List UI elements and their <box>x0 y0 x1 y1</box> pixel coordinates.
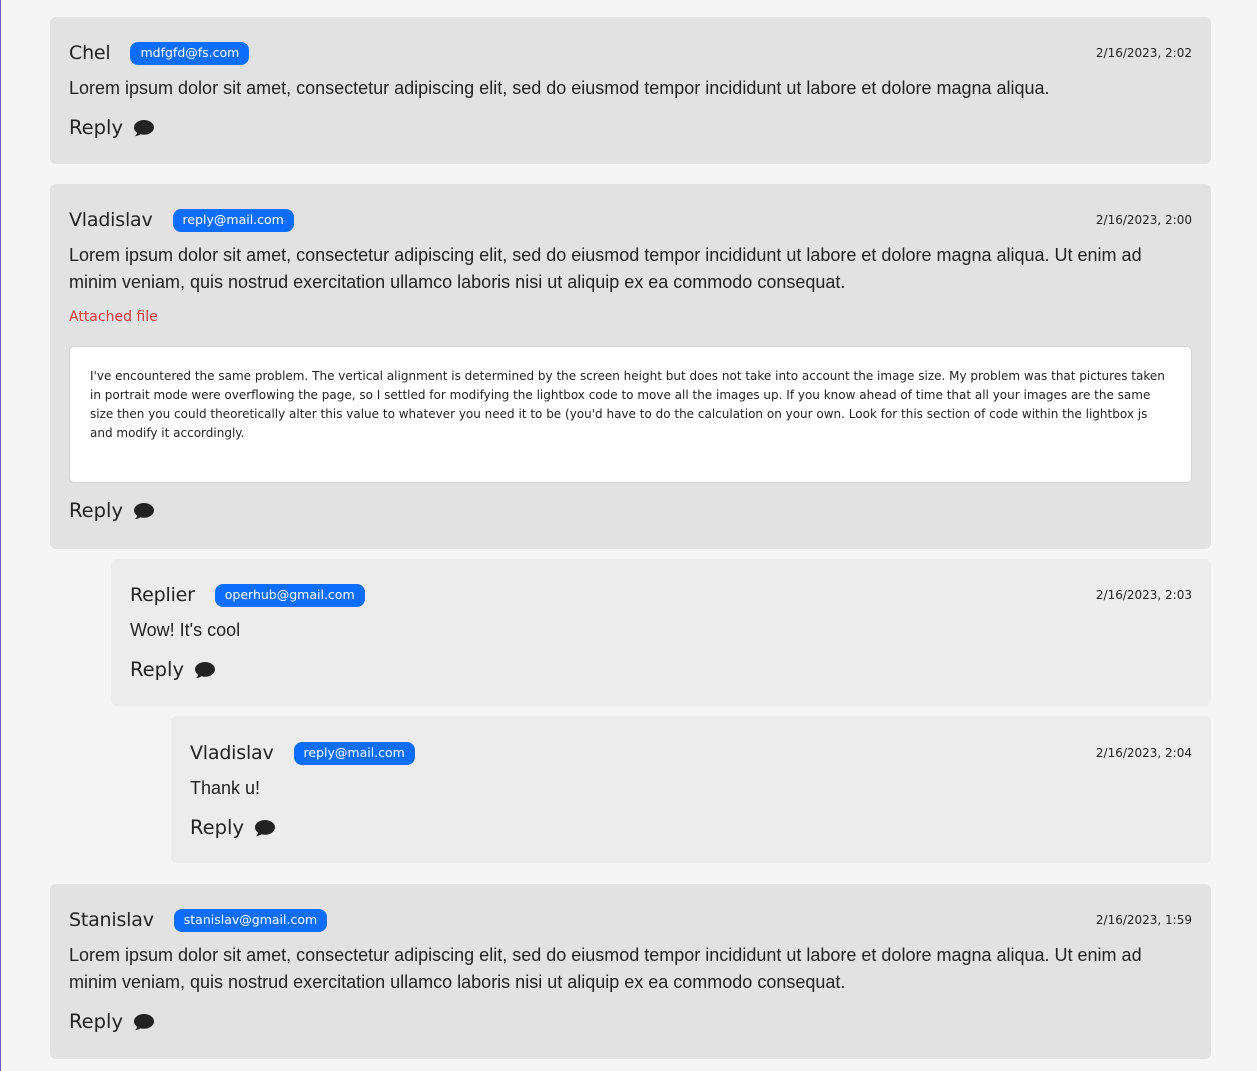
comment-text: Lorem ipsum dolor sit amet, consectetur … <box>69 78 1050 98</box>
comment-text: Lorem ipsum dolor sit amet, consectetur … <box>69 945 1142 992</box>
comment-icon <box>134 119 155 136</box>
comment-author: Replier <box>130 584 195 606</box>
reply-button[interactable]: Reply <box>69 499 1192 522</box>
comment-text: Wow! It's cool <box>130 620 241 640</box>
author-email-badge: reply@mail.com <box>172 208 294 232</box>
comment-header: Vladislav reply@mail.com 2/16/2023, 2:04 <box>190 741 1192 765</box>
comment-card: Replier operhub@gmail.com 2/16/2023, 2:0… <box>111 559 1211 706</box>
author-email-badge: mdfgfd@fs.com <box>130 41 250 65</box>
comment-author: Stanislav <box>69 909 154 931</box>
reply-label: Reply <box>69 1010 124 1033</box>
comment-author: Vladislav <box>69 209 153 231</box>
reply-button[interactable]: Reply <box>190 816 1192 839</box>
comment-card: Vladislav reply@mail.com 2/16/2023, 2:00… <box>50 184 1211 549</box>
comment-header: Chel mdfgfd@fs.com 2/16/2023, 2:02 <box>69 41 1192 65</box>
comment-date: 2/16/2023, 2:00 <box>1095 213 1192 227</box>
reply-label: Reply <box>190 816 245 839</box>
reply-button[interactable]: Reply <box>69 116 1192 139</box>
comment-header: Stanislav stanislav@gmail.com 2/16/2023,… <box>69 908 1192 932</box>
comment-card: Stanislav stanislav@gmail.com 2/16/2023,… <box>50 884 1211 1059</box>
comment-icon <box>134 502 155 519</box>
author-email-badge: reply@mail.com <box>293 741 415 765</box>
comment-date: 2/16/2023, 2:02 <box>1095 46 1192 60</box>
comment-date: 2/16/2023, 2:03 <box>1095 588 1192 602</box>
comment-icon <box>255 819 276 836</box>
reply-label: Reply <box>130 658 185 681</box>
comment-header: Vladislav reply@mail.com 2/16/2023, 2:00 <box>69 208 1192 232</box>
reply-button[interactable]: Reply <box>69 1010 1192 1033</box>
comment-author: Chel <box>69 42 111 64</box>
comment-icon <box>134 1013 155 1030</box>
attached-file-content: I've encountered the same problem. The v… <box>69 346 1192 483</box>
author-email-badge: stanislav@gmail.com <box>173 908 328 932</box>
comment-author: Vladislav <box>190 742 274 764</box>
comment-header: Replier operhub@gmail.com 2/16/2023, 2:0… <box>130 583 1192 607</box>
comment-date: 2/16/2023, 1:59 <box>1095 913 1192 927</box>
comment-text: Thank u! <box>190 778 261 798</box>
author-email-badge: operhub@gmail.com <box>214 583 365 607</box>
comment-date: 2/16/2023, 2:04 <box>1095 746 1192 760</box>
reply-label: Reply <box>69 499 124 522</box>
attached-file-link[interactable]: Attached file <box>69 309 1192 325</box>
comment-icon <box>195 661 216 678</box>
comment-text: Lorem ipsum dolor sit amet, consectetur … <box>69 245 1142 292</box>
reply-label: Reply <box>69 116 124 139</box>
comment-card: Vladislav reply@mail.com 2/16/2023, 2:04… <box>171 716 1211 863</box>
comment-card: Chel mdfgfd@fs.com 2/16/2023, 2:02 Lorem… <box>50 17 1211 164</box>
reply-button[interactable]: Reply <box>130 658 1192 681</box>
